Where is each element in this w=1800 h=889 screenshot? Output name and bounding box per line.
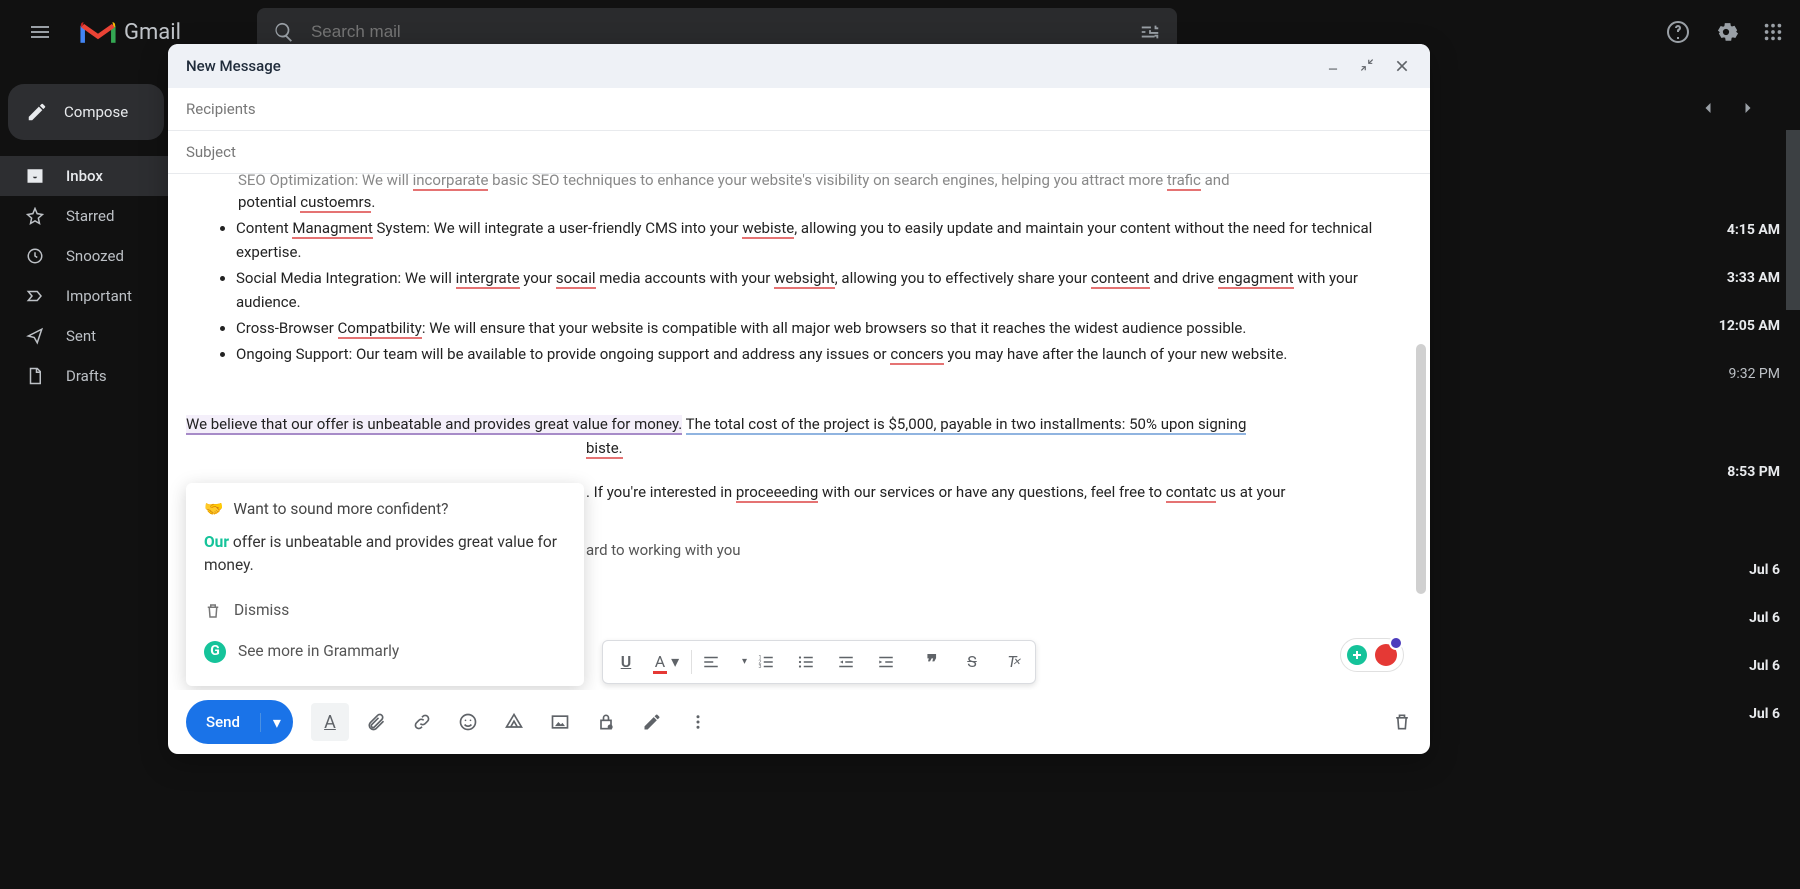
confidential-mode-button[interactable] xyxy=(587,703,625,741)
insert-signature-button[interactable] xyxy=(633,703,671,741)
grammarly-add-icon xyxy=(1347,645,1367,665)
inbox-icon xyxy=(26,167,46,185)
body-text: biste. xyxy=(586,439,623,459)
app-name: Gmail xyxy=(124,20,181,45)
gmail-icon xyxy=(80,18,116,46)
sent-icon xyxy=(26,327,46,345)
tune-icon[interactable] xyxy=(1139,21,1161,43)
insert-link-button[interactable] xyxy=(403,703,441,741)
timestamp: 3:33 AM xyxy=(1719,270,1780,286)
grammarly-logo-icon: G xyxy=(204,641,226,663)
subject-placeholder: Subject xyxy=(186,143,236,161)
compose-label: Compose xyxy=(64,103,128,121)
fullscreen-button[interactable] xyxy=(1360,58,1384,74)
timestamp: Jul 6 xyxy=(1719,610,1780,626)
timestamp: Jul 6 xyxy=(1719,562,1780,578)
discard-draft-button[interactable] xyxy=(1392,712,1412,732)
prev-page-button[interactable] xyxy=(1698,98,1718,118)
sidebar-label: Snoozed xyxy=(66,247,124,265)
search-icon xyxy=(273,21,295,43)
dismiss-label: Dismiss xyxy=(234,598,289,623)
grammarly-see-more-button[interactable]: G See more in Grammarly xyxy=(204,631,566,672)
indent-less-button[interactable] xyxy=(837,653,867,671)
grammarly-popover: 🤝 Want to sound more confident? Our offe… xyxy=(186,483,584,686)
timestamp: 9:32 PM xyxy=(1719,366,1780,382)
compose-body[interactable]: SEO Optimization: We will incorparate ba… xyxy=(168,174,1430,690)
settings-icon[interactable] xyxy=(1714,20,1738,44)
underline-button[interactable]: U xyxy=(611,649,641,675)
sidebar-label: Starred xyxy=(66,207,114,225)
star-icon xyxy=(26,207,46,225)
clock-icon xyxy=(26,247,46,265)
text-color-button[interactable]: A ▾ xyxy=(651,649,681,675)
align-button[interactable] xyxy=(702,653,732,671)
send-options-dropdown[interactable]: ▾ xyxy=(260,713,293,732)
compose-button[interactable]: Compose xyxy=(8,84,164,140)
body-scrollbar[interactable] xyxy=(1416,344,1426,594)
insert-drive-button[interactable] xyxy=(495,703,533,741)
timestamp: Jul 6 xyxy=(1719,658,1780,674)
sidebar-label: Sent xyxy=(66,327,96,345)
main-scrollbar[interactable] xyxy=(1786,130,1800,310)
subject-field[interactable]: Subject xyxy=(168,131,1430,174)
gmail-logo: Gmail xyxy=(80,18,181,46)
grammarly-status-pill[interactable] xyxy=(1340,638,1404,672)
insert-emoji-button[interactable] xyxy=(449,703,487,741)
grammarly-suggestion[interactable]: Our offer is unbeatable and provides gre… xyxy=(204,531,566,576)
clear-formatting-button[interactable]: T✕ xyxy=(997,649,1027,675)
strikethrough-button[interactable]: S xyxy=(957,649,987,675)
formatting-toolbar: U A ▾ ▾ 123 ❞ S T✕ xyxy=(602,640,1036,684)
minimize-button[interactable] xyxy=(1326,58,1350,74)
suggestion-highlight: Our xyxy=(204,533,229,551)
recipients-placeholder: Recipients xyxy=(186,100,256,118)
help-icon[interactable] xyxy=(1666,20,1690,44)
sidebar-label: Inbox xyxy=(66,167,103,185)
numbered-list-button[interactable]: 123 xyxy=(757,653,787,671)
see-more-label: See more in Grammarly xyxy=(238,639,399,664)
search-input[interactable] xyxy=(311,22,1123,42)
attach-file-button[interactable] xyxy=(357,703,395,741)
next-page-button[interactable] xyxy=(1738,98,1758,118)
drafts-icon xyxy=(26,367,46,385)
sidebar-label: Drafts xyxy=(66,367,107,385)
timestamp: 4:15 AM xyxy=(1719,222,1780,238)
close-button[interactable] xyxy=(1394,58,1418,74)
grammarly-dismiss-button[interactable]: Dismiss xyxy=(204,590,566,631)
timestamp: 8:53 PM xyxy=(1719,464,1780,480)
more-options-button[interactable] xyxy=(679,703,717,741)
recipients-field[interactable]: Recipients xyxy=(168,88,1430,131)
compose-window: New Message Recipients Subject SEO Optim… xyxy=(168,44,1430,754)
grammarly-heading: Want to sound more confident? xyxy=(233,497,448,522)
sidebar-label: Important xyxy=(66,287,132,305)
email-timestamps: 4:15 AM 3:33 AM 12:05 AM 9:32 PM 8:53 PM… xyxy=(1719,222,1780,722)
body-text: ard to working with you xyxy=(586,538,1412,562)
grammarly-alert-icon xyxy=(1375,644,1397,666)
send-label: Send xyxy=(186,713,260,731)
important-icon xyxy=(26,287,46,305)
pencil-icon xyxy=(26,101,48,123)
body-text: The total cost of the project is $5,000,… xyxy=(686,415,1247,435)
suggestion-text: offer is unbeatable and provides great v… xyxy=(204,533,557,573)
handshake-icon: 🤝 xyxy=(204,497,223,522)
apps-icon[interactable] xyxy=(1762,21,1784,43)
timestamp: Jul 6 xyxy=(1719,706,1780,722)
formatting-options-button[interactable]: A xyxy=(311,703,349,741)
grammarly-highlighted-text[interactable]: We believe that our offer is unbeatable … xyxy=(186,415,682,435)
quote-button[interactable]: ❞ xyxy=(917,646,947,678)
main-menu-button[interactable] xyxy=(16,8,64,56)
bulleted-list-button[interactable] xyxy=(797,653,827,671)
timestamp: 12:05 AM xyxy=(1719,318,1780,334)
indent-more-button[interactable] xyxy=(877,653,907,671)
insert-photo-button[interactable] xyxy=(541,703,579,741)
compose-title: New Message xyxy=(186,57,281,75)
send-button[interactable]: Send ▾ xyxy=(186,700,293,744)
trash-icon xyxy=(204,602,222,620)
svg-text:3: 3 xyxy=(759,664,762,670)
